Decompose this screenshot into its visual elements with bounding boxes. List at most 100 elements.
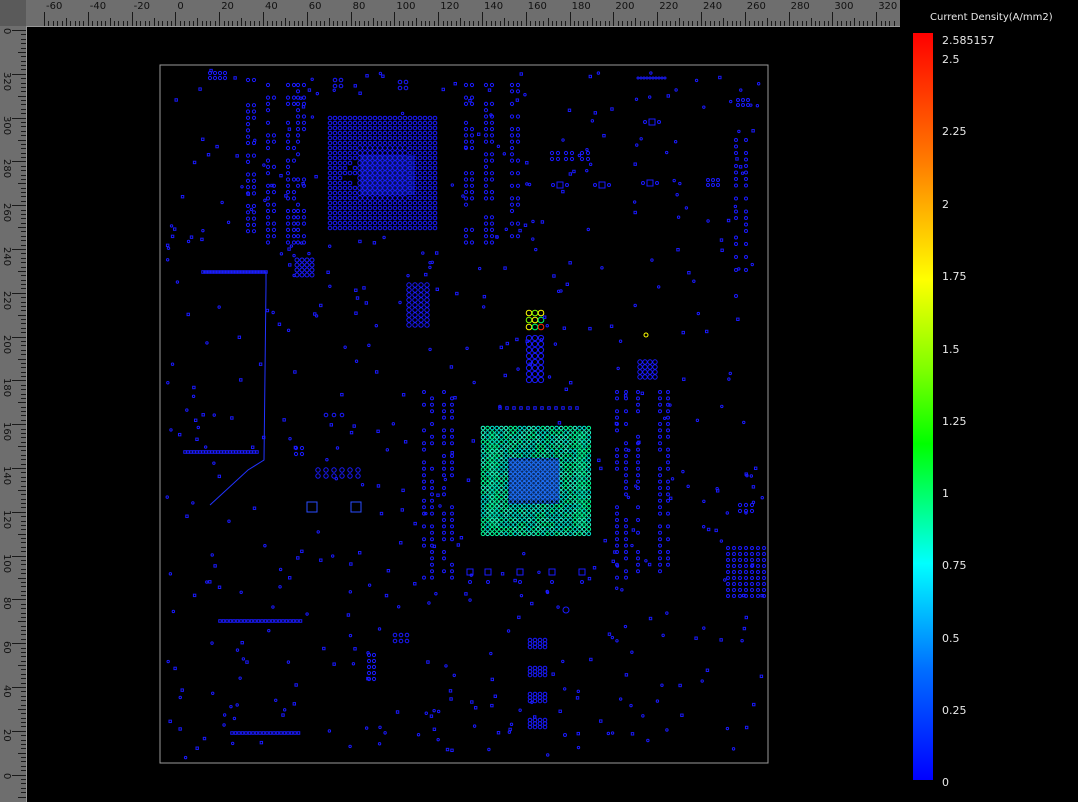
via: [483, 234, 489, 239]
pcb-current-density-map[interactable]: [27, 27, 900, 802]
via: [636, 454, 640, 458]
via: [503, 457, 509, 463]
pad: [726, 218, 731, 223]
pad: [403, 440, 408, 444]
via: [568, 434, 573, 440]
via: [585, 168, 589, 173]
via: [480, 471, 486, 477]
via: [606, 731, 611, 736]
via: [658, 473, 662, 478]
via: [355, 467, 361, 473]
pad: [362, 286, 366, 290]
ruler-tick: [144, 21, 146, 26]
via: [642, 76, 646, 80]
via: [732, 564, 736, 568]
ruler-tick: [814, 21, 816, 26]
via: [645, 76, 649, 80]
via: [417, 215, 423, 221]
via: [337, 190, 343, 196]
via: [417, 210, 423, 216]
via: [515, 89, 521, 94]
ruler-label: 20: [221, 1, 234, 12]
via: [406, 297, 412, 303]
via: [327, 175, 333, 181]
via: [744, 222, 748, 227]
ruler-tick: [201, 21, 203, 26]
pad: [556, 181, 564, 189]
top-ruler[interactable]: -60 -40 -20 0 20 40 60 80 100 120 140 160 180 200 220 2…: [0, 0, 900, 27]
via: [554, 444, 559, 449]
via: [503, 476, 509, 481]
via: [430, 505, 434, 510]
via: [658, 543, 662, 548]
via: [624, 530, 628, 535]
via: [540, 526, 546, 532]
via: [397, 195, 403, 201]
pad: [201, 450, 205, 454]
via: [372, 225, 378, 231]
via: [407, 220, 413, 226]
via: [545, 503, 550, 509]
via: [430, 486, 434, 490]
ruler-tick: [648, 21, 650, 26]
via: [737, 508, 743, 514]
ruler-tick: [157, 21, 159, 26]
via: [726, 576, 730, 580]
pad: [270, 619, 275, 623]
via: [367, 130, 373, 136]
legend-label: 0: [942, 776, 949, 789]
via: [427, 160, 433, 166]
pad: [714, 528, 718, 533]
via: [744, 170, 748, 175]
via: [634, 97, 639, 101]
via: [347, 140, 353, 146]
via: [489, 425, 495, 431]
pad: [286, 731, 290, 735]
via: [285, 227, 291, 232]
via: [367, 115, 373, 121]
via: [526, 522, 532, 527]
via: [355, 473, 361, 479]
via: [503, 513, 509, 518]
via: [285, 120, 291, 125]
via: [666, 460, 670, 465]
via: [666, 511, 670, 516]
via: [499, 425, 504, 431]
ruler-tick: [753, 21, 755, 26]
via: [294, 267, 300, 273]
via: [210, 641, 214, 645]
pad: [300, 549, 304, 554]
via: [469, 183, 475, 188]
via: [531, 522, 536, 527]
via: [294, 257, 300, 263]
via: [742, 420, 746, 425]
ruler-tick: [21, 323, 26, 325]
via: [658, 402, 662, 407]
pad: [648, 616, 653, 621]
via: [508, 425, 513, 431]
via: [734, 216, 738, 220]
ruler-tick: [21, 529, 26, 531]
via: [503, 430, 509, 435]
via: [563, 425, 569, 431]
ruler-tick: [797, 21, 799, 26]
via: [508, 517, 513, 523]
via: [309, 267, 315, 273]
via: [406, 282, 412, 288]
via: [387, 145, 393, 151]
ruler-tick: [845, 21, 847, 26]
via: [450, 441, 454, 446]
via: [545, 522, 550, 527]
via: [468, 580, 472, 584]
left-ruler[interactable]: 0 320 300 280 260 240 220 200 180 160 140 120 100 80 6…: [0, 26, 27, 802]
via: [299, 445, 305, 451]
via: [295, 240, 301, 245]
ruler-tick: [214, 21, 216, 26]
via: [285, 190, 291, 195]
via: [517, 503, 523, 509]
layout-canvas[interactable]: [27, 27, 900, 802]
via: [430, 524, 434, 529]
ruler-tick: [21, 651, 26, 653]
via: [549, 508, 555, 514]
via: [362, 150, 368, 156]
